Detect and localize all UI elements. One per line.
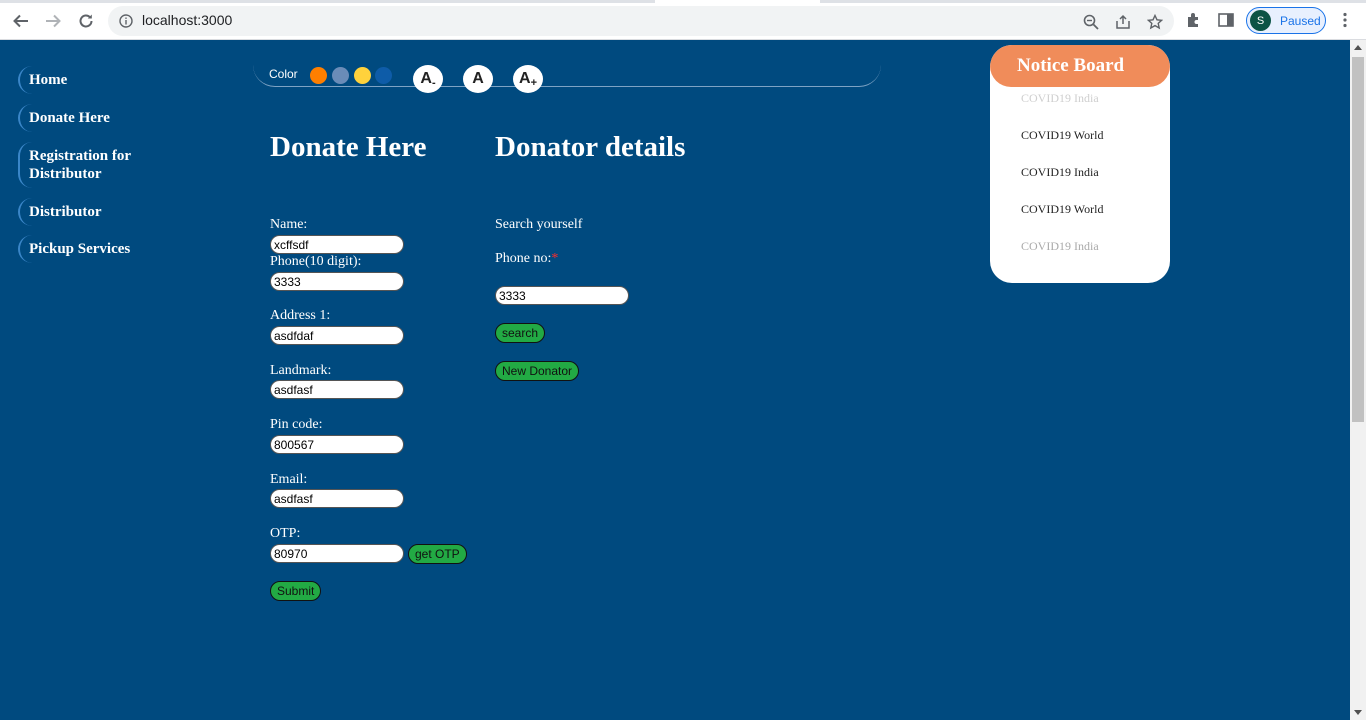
search-yourself-label: Search yourself xyxy=(495,217,583,232)
pin-code-label: Pin code: xyxy=(270,417,323,432)
get-otp-button[interactable]: get OTP xyxy=(408,544,467,564)
page-scrollbar[interactable] xyxy=(1350,40,1366,720)
accessibility-bar: Color xyxy=(253,58,881,87)
name-label: Name: xyxy=(270,217,308,232)
browser-toolbar: localhost:3000 S Paused xyxy=(0,0,1366,40)
address-input[interactable] xyxy=(270,326,404,345)
reload-icon xyxy=(79,14,93,28)
font-reset-letter: A xyxy=(472,70,484,87)
donator-details-heading: Donator details xyxy=(495,131,686,163)
notice-item[interactable]: COVID19 India xyxy=(1021,165,1099,180)
font-reset-button[interactable]: A xyxy=(463,65,493,93)
color-swatch-blue[interactable] xyxy=(375,67,392,84)
back-arrow-icon xyxy=(13,14,28,28)
profile-button[interactable]: S Paused xyxy=(1246,7,1326,34)
search-phone-input[interactable] xyxy=(495,286,629,305)
notice-board-title: Notice Board xyxy=(990,45,1170,87)
search-button[interactable]: search xyxy=(495,323,546,343)
scroll-down-arrow-icon[interactable] xyxy=(1354,710,1362,715)
font-increase-sign: + xyxy=(530,77,537,89)
bookmark-star-icon[interactable] xyxy=(1147,14,1163,30)
font-increase-button[interactable]: A + xyxy=(513,65,543,93)
scroll-up-arrow-icon[interactable] xyxy=(1354,45,1362,50)
back-button[interactable] xyxy=(9,9,33,33)
color-swatch-slate[interactable] xyxy=(332,67,349,84)
side-panel-icon[interactable] xyxy=(1217,11,1235,29)
landmark-input[interactable] xyxy=(270,380,404,399)
donate-heading: Donate Here xyxy=(270,131,427,163)
landmark-label: Landmark: xyxy=(270,363,332,378)
phone-input[interactable] xyxy=(270,272,404,291)
otp-input[interactable] xyxy=(270,544,404,563)
font-decrease-letter: A xyxy=(420,70,432,87)
share-icon[interactable] xyxy=(1115,14,1131,30)
phone-no-text: Phone no: xyxy=(495,251,552,266)
color-label: Color xyxy=(269,67,298,81)
required-asterisk: * xyxy=(551,251,559,266)
forward-arrow-icon xyxy=(46,14,61,28)
new-donator-button[interactable]: New Donator xyxy=(495,361,580,381)
color-swatch-yellow[interactable] xyxy=(354,67,371,84)
pin-code-input[interactable] xyxy=(270,435,404,454)
font-decrease-button[interactable]: A- xyxy=(413,65,443,93)
scrollbar-thumb[interactable] xyxy=(1352,57,1364,422)
address-bar[interactable]: localhost:3000 xyxy=(108,6,1174,36)
forward-button[interactable] xyxy=(41,9,65,33)
notice-item[interactable]: COVID19 India xyxy=(1021,239,1099,254)
phone-label: Phone(10 digit): xyxy=(270,254,362,269)
site-info-icon[interactable] xyxy=(119,14,133,28)
more-menu-icon[interactable] xyxy=(1336,11,1354,29)
extensions-puzzle-icon[interactable] xyxy=(1185,11,1203,29)
zoom-icon[interactable] xyxy=(1083,14,1099,30)
submit-button[interactable]: Submit xyxy=(270,581,322,601)
color-swatch-orange[interactable] xyxy=(310,67,327,84)
notice-board: Notice Board COVID19 India COVID19 World… xyxy=(990,45,1170,283)
address-label: Address 1: xyxy=(270,308,331,323)
sidebar-item-distributor[interactable]: Distributor xyxy=(18,198,178,226)
email-label: Email: xyxy=(270,472,308,487)
email-input[interactable] xyxy=(270,489,404,508)
active-tab[interactable] xyxy=(655,0,820,3)
avatar: S xyxy=(1250,10,1271,31)
font-decrease-sign: - xyxy=(431,77,436,89)
sidebar-item-registration-for-distributor[interactable]: Registration for Distributor xyxy=(18,142,158,188)
font-increase-letter: A xyxy=(519,70,531,87)
notice-item[interactable]: COVID19 World xyxy=(1021,128,1103,143)
phone-no-label: Phone no:* xyxy=(495,251,558,267)
notice-item[interactable]: COVID19 World xyxy=(1021,202,1103,217)
sidebar-item-home[interactable]: Home xyxy=(18,66,178,94)
url-text[interactable]: localhost:3000 xyxy=(142,12,232,28)
profile-status: Paused xyxy=(1280,13,1321,28)
tab-strip xyxy=(0,0,1366,3)
name-input[interactable] xyxy=(270,235,404,254)
otp-label: OTP: xyxy=(270,526,301,541)
reload-button[interactable] xyxy=(74,9,98,33)
sidebar-item-pickup-services[interactable]: Pickup Services xyxy=(18,235,178,263)
notice-item: COVID19 India xyxy=(1021,91,1099,105)
sidebar-item-donate-here[interactable]: Donate Here xyxy=(18,104,178,132)
